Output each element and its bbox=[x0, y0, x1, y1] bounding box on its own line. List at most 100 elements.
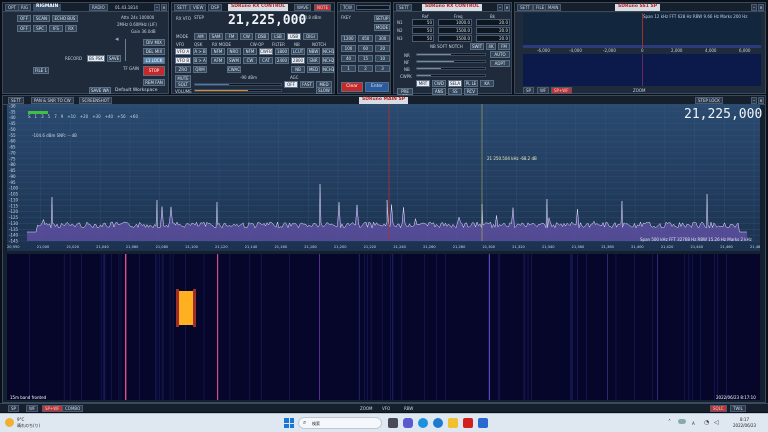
cwpk-slider[interactable] bbox=[416, 74, 486, 77]
nr-slider[interactable] bbox=[416, 53, 486, 56]
row-n2-c[interactable]: 20.0 bbox=[476, 27, 510, 34]
aux-sp-button[interactable]: SP bbox=[523, 87, 534, 94]
status-combo[interactable]: COMBO bbox=[62, 405, 84, 412]
tab-rigmain[interactable]: RIGMAIN bbox=[33, 4, 62, 11]
agc-fast-button[interactable]: FAST bbox=[300, 81, 314, 88]
volume-icon[interactable]: ◁ bbox=[714, 419, 719, 426]
b-to-a-button[interactable]: B > A bbox=[193, 57, 207, 64]
row-n1-a[interactable]: 50 bbox=[412, 19, 434, 26]
wifi-icon[interactable]: ◔ bbox=[704, 419, 709, 426]
waterfall-display[interactable] bbox=[7, 254, 760, 400]
swit-button[interactable]: SWIT bbox=[470, 43, 484, 50]
nfm-button[interactable]: NFM bbox=[211, 48, 225, 55]
tab-wave[interactable]: WAVE bbox=[294, 4, 312, 11]
pl-le-button[interactable]: PL LE bbox=[464, 80, 478, 87]
file-button[interactable]: FILE 1 bbox=[33, 67, 49, 74]
mode-dsb[interactable]: DSB bbox=[255, 33, 269, 40]
nch2-button[interactable]: NCH2 bbox=[322, 57, 334, 64]
clock-date[interactable]: 2022/06/23 bbox=[733, 423, 756, 428]
aux-wf-button[interactable]: WF bbox=[537, 87, 550, 94]
aux-spwf-button[interactable]: SP+WF bbox=[551, 87, 572, 94]
save-wa-button[interactable]: SAVE WA bbox=[89, 87, 111, 94]
key-3[interactable]: 3 bbox=[375, 65, 390, 72]
key-20[interactable]: 20 bbox=[375, 45, 390, 52]
main-close-icon[interactable]: × bbox=[758, 97, 764, 104]
mode-lsb[interactable]: LSB bbox=[271, 33, 285, 40]
tab-opt[interactable]: OPT bbox=[5, 4, 20, 11]
row-n3-c[interactable]: 20.0 bbox=[476, 35, 510, 42]
aux-tab-main[interactable]: MAIN bbox=[545, 4, 562, 11]
nf-mode[interactable]: ADPT bbox=[490, 60, 510, 67]
nr-mode[interactable]: AUTO bbox=[490, 51, 510, 58]
mode-sam[interactable]: SAM bbox=[209, 33, 223, 40]
tab-radio[interactable]: RADIO bbox=[89, 4, 108, 11]
tab-rig[interactable]: RIG bbox=[18, 4, 32, 11]
key-15[interactable]: 15 bbox=[358, 55, 373, 62]
main-minimize-icon[interactable]: – bbox=[751, 97, 757, 104]
off-button-2[interactable]: OFF bbox=[17, 25, 31, 32]
ime-indicator[interactable]: A bbox=[692, 421, 695, 426]
key-450[interactable]: 450 bbox=[358, 35, 373, 42]
tab-note[interactable]: NOTE bbox=[314, 4, 332, 11]
row-n2-a[interactable]: 50 bbox=[412, 27, 434, 34]
bs-psk-button[interactable]: BS PSK bbox=[87, 55, 105, 62]
status-sp[interactable]: SP bbox=[8, 405, 19, 412]
main-frequency-display[interactable]: 21,225,000 bbox=[684, 107, 762, 122]
tab-rx-sett[interactable]: SETT bbox=[396, 4, 412, 11]
clear-button[interactable]: Clear bbox=[341, 82, 363, 92]
mrt-button[interactable]: MRT bbox=[416, 80, 430, 87]
nch3-button[interactable]: NCH3 bbox=[322, 66, 334, 73]
agc-off-button[interactable]: OFF bbox=[284, 81, 298, 88]
key-1200[interactable]: 1200 bbox=[341, 35, 356, 42]
rx-button[interactable]: RX bbox=[65, 25, 77, 32]
cw-filter-button[interactable]: CW bbox=[243, 57, 257, 64]
step-lock-button[interactable]: STEP LOCK bbox=[695, 97, 723, 104]
med-button[interactable]: MED bbox=[307, 66, 320, 73]
nfm2-button[interactable]: NFM bbox=[243, 48, 257, 55]
mode-cw[interactable]: CW bbox=[240, 33, 253, 40]
echo-bus-button[interactable]: ECHO BUS bbox=[52, 15, 78, 22]
row-n3-b[interactable]: 1500.0 bbox=[438, 35, 472, 42]
search-box[interactable]: ⌕ 検索 bbox=[298, 417, 382, 429]
aux-close-icon[interactable]: × bbox=[758, 4, 764, 11]
nro-button[interactable]: NRO bbox=[227, 48, 241, 55]
main-tab-sett[interactable]: SETT bbox=[8, 97, 24, 104]
cwfb-button[interactable]: CWFB bbox=[259, 48, 273, 55]
row-n1-b[interactable]: 1000.0 bbox=[438, 19, 472, 26]
nbw-button[interactable]: NBW bbox=[307, 48, 320, 55]
row-n1-c[interactable]: 20.0 bbox=[476, 19, 510, 26]
filter-2800-button[interactable]: 2800 bbox=[291, 57, 305, 64]
aux-tab-sett[interactable]: SETT bbox=[517, 4, 533, 11]
lcut-button[interactable]: LCUT bbox=[291, 48, 305, 55]
taskbar-app-3-icon[interactable] bbox=[418, 418, 428, 428]
taskbar-app-7-icon[interactable] bbox=[478, 418, 488, 428]
rf-gain-slider[interactable] bbox=[125, 39, 137, 61]
tab-tcw[interactable]: TCW bbox=[340, 4, 355, 11]
rcv-button[interactable]: RCV bbox=[464, 88, 478, 95]
tab-dsp[interactable]: DSP bbox=[208, 4, 223, 11]
save-button-mid[interactable]: SAVE bbox=[107, 55, 121, 62]
nb-slider[interactable] bbox=[416, 67, 486, 70]
mode-usb[interactable]: USB bbox=[287, 33, 301, 40]
nch1-button[interactable]: NCH1 bbox=[322, 48, 334, 55]
close-icon[interactable]: × bbox=[161, 4, 167, 11]
clock-time[interactable]: 8:17 bbox=[740, 417, 749, 422]
nf-slider[interactable] bbox=[416, 60, 486, 63]
a-to-b-button[interactable]: A > B bbox=[193, 48, 207, 55]
stop-button[interactable]: STOP bbox=[143, 66, 165, 76]
main-tab-pan[interactable]: PAN & SNR TO CW bbox=[31, 97, 74, 104]
filter-1800-button[interactable]: 1800 bbox=[275, 48, 289, 55]
mode-am[interactable]: AM bbox=[194, 33, 207, 40]
vfo-b-button[interactable]: VFO B bbox=[175, 57, 191, 64]
qrm-button[interactable]: QRM bbox=[193, 66, 207, 73]
keypad-extra-2[interactable]: MODE bbox=[374, 24, 390, 31]
main-tab-screenshot[interactable]: SCREENSHOT bbox=[79, 97, 113, 104]
taskbar-app-1-icon[interactable] bbox=[388, 418, 398, 428]
rem-fan-button[interactable]: REM FAN bbox=[143, 79, 165, 86]
tray-chevron-icon[interactable]: ˄ bbox=[668, 419, 671, 426]
div-mix-button[interactable]: DIV MIX bbox=[143, 39, 165, 46]
start-icon[interactable] bbox=[284, 418, 294, 428]
sqlt-button[interactable]: SQLT bbox=[175, 81, 191, 88]
taskbar-app-6-icon[interactable] bbox=[463, 418, 473, 428]
status-twil[interactable]: TWIL bbox=[730, 405, 746, 412]
